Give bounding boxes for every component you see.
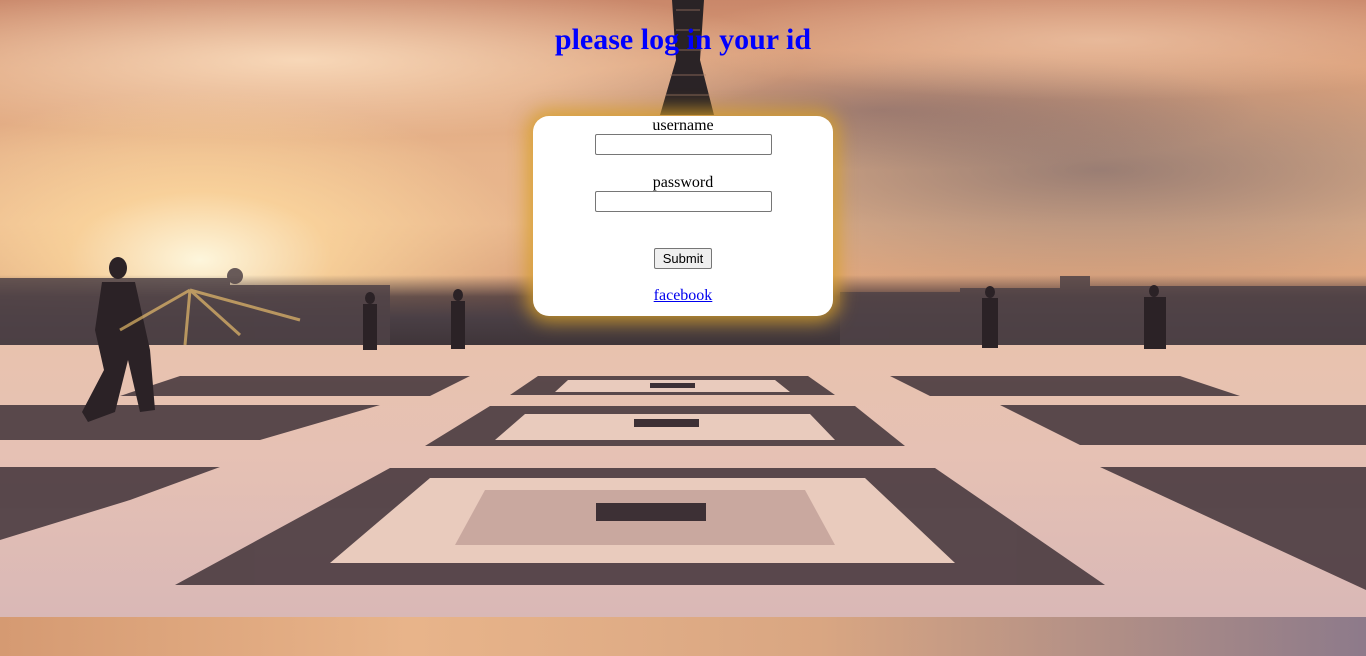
scene-details [0, 0, 1366, 590]
password-label: password [652, 174, 714, 191]
password-input[interactable] [595, 191, 772, 212]
username-input[interactable] [595, 134, 772, 155]
page-title: please log in your id [554, 23, 812, 56]
facebook-link[interactable]: facebook [533, 287, 833, 305]
submit-button[interactable]: Submit [654, 248, 712, 269]
background-photo [0, 0, 1366, 656]
login-form: username password Submit facebook [533, 116, 833, 316]
username-label: username [652, 117, 714, 134]
